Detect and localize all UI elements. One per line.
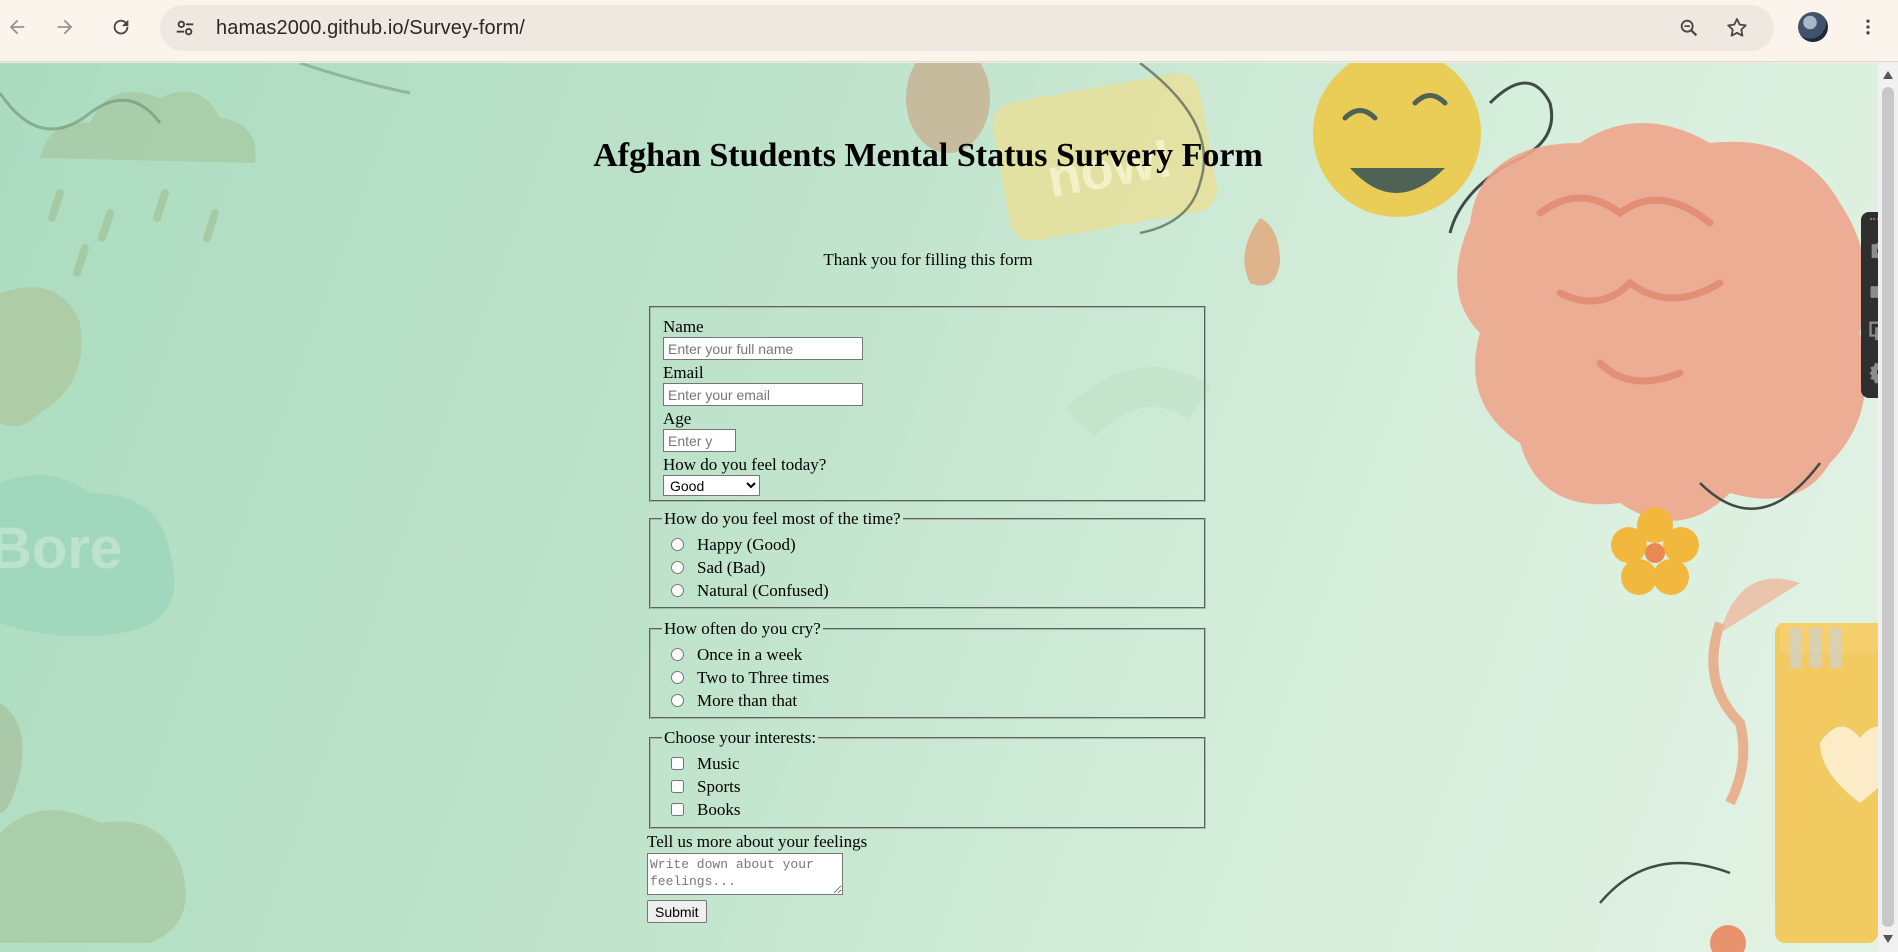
- mood-option-label: Happy (Good): [697, 534, 796, 554]
- interest-checkbox[interactable]: [671, 803, 684, 816]
- zoom-icon[interactable]: [1674, 13, 1704, 43]
- scroll-down-arrow-icon[interactable]: [1883, 935, 1893, 943]
- interest-checkbox[interactable]: [671, 757, 684, 770]
- feel-today-select[interactable]: Good: [663, 475, 760, 496]
- reload-icon: [113, 19, 129, 35]
- interest-option[interactable]: Music: [663, 752, 1192, 775]
- cry-option[interactable]: Once in a week: [663, 643, 1192, 666]
- age-input[interactable]: [663, 429, 736, 452]
- email-label: Email: [663, 363, 704, 382]
- cry-option-label: Two to Three times: [697, 667, 830, 687]
- forward-button[interactable]: [48, 10, 82, 44]
- tune-icon: [176, 20, 194, 36]
- more-menu-icon[interactable]: [1856, 12, 1880, 42]
- feelings-label: Tell us more about your feelings: [647, 832, 868, 851]
- back-button[interactable]: [0, 10, 34, 44]
- interest-option-label: Books: [697, 799, 741, 819]
- cry-option-label: More than that: [697, 690, 798, 710]
- cry-radio[interactable]: [671, 694, 684, 707]
- bookmark-star-icon[interactable]: [1722, 13, 1752, 43]
- personal-info-fieldset: Name Email Age How do you feel today? Go…: [649, 306, 1206, 502]
- submit-button[interactable]: Submit: [647, 900, 707, 923]
- mood-option[interactable]: Happy (Good): [663, 533, 1192, 556]
- interests-fieldset: Choose your interests: Music Sports Book…: [649, 728, 1206, 829]
- feelings-textarea[interactable]: [647, 853, 843, 895]
- page-title: Afghan Students Mental Status Survery Fo…: [593, 137, 1263, 174]
- cry-legend: How often do you cry?: [664, 619, 821, 638]
- interests-legend: Choose your interests:: [664, 728, 817, 747]
- mood-option-label: Natural (Confused): [697, 580, 829, 600]
- mood-option[interactable]: Sad (Bad): [663, 556, 1192, 579]
- browser-toolbar: hamas2000.github.io/Survey-form/: [0, 0, 1898, 62]
- interest-option[interactable]: Books: [663, 798, 1192, 821]
- scrollbar-thumb[interactable]: [1882, 87, 1894, 927]
- cry-option[interactable]: More than that: [663, 689, 1192, 712]
- name-input[interactable]: [663, 337, 863, 360]
- cry-radio[interactable]: [671, 671, 684, 684]
- mood-option[interactable]: Natural (Confused): [663, 579, 1192, 602]
- mood-option-label: Sad (Bad): [697, 557, 766, 577]
- svg-text:Bore: Bore: [0, 516, 122, 581]
- url-text[interactable]: hamas2000.github.io/Survey-form/: [216, 17, 525, 40]
- arrow-left-icon: [9, 19, 25, 35]
- address-bar[interactable]: hamas2000.github.io/Survey-form/: [160, 5, 1774, 51]
- email-input[interactable]: [663, 383, 863, 406]
- cry-fieldset: How often do you cry? Once in a week Two…: [649, 619, 1206, 719]
- interest-option[interactable]: Sports: [663, 775, 1192, 798]
- age-label: Age: [663, 409, 692, 428]
- mood-legend: How do you feel most of the time?: [664, 509, 901, 528]
- page-scrollbar[interactable]: [1878, 63, 1898, 952]
- name-label: Name: [663, 317, 704, 336]
- interest-option-label: Sports: [697, 776, 741, 796]
- feel-today-label: How do you feel today?: [663, 455, 827, 474]
- page-viewport: Bore now! Afghan Students Mental Status …: [0, 63, 1878, 952]
- page-subtitle: Thank you for filling this form: [823, 250, 1033, 269]
- mood-radio[interactable]: [671, 584, 684, 597]
- cry-option-label: Once in a week: [697, 644, 803, 664]
- scroll-up-arrow-icon[interactable]: [1883, 71, 1893, 79]
- interest-checkbox[interactable]: [671, 780, 684, 793]
- reload-button[interactable]: [104, 10, 138, 44]
- mood-radio[interactable]: [671, 561, 684, 574]
- profile-avatar[interactable]: [1798, 12, 1828, 42]
- mood-radio[interactable]: [671, 538, 684, 551]
- arrow-right-icon: [57, 19, 73, 35]
- interest-option-label: Music: [697, 753, 740, 773]
- site-info-button[interactable]: [168, 11, 202, 45]
- cry-option[interactable]: Two to Three times: [663, 666, 1192, 689]
- cry-radio[interactable]: [671, 648, 684, 661]
- mood-fieldset: How do you feel most of the time? Happy …: [649, 509, 1206, 609]
